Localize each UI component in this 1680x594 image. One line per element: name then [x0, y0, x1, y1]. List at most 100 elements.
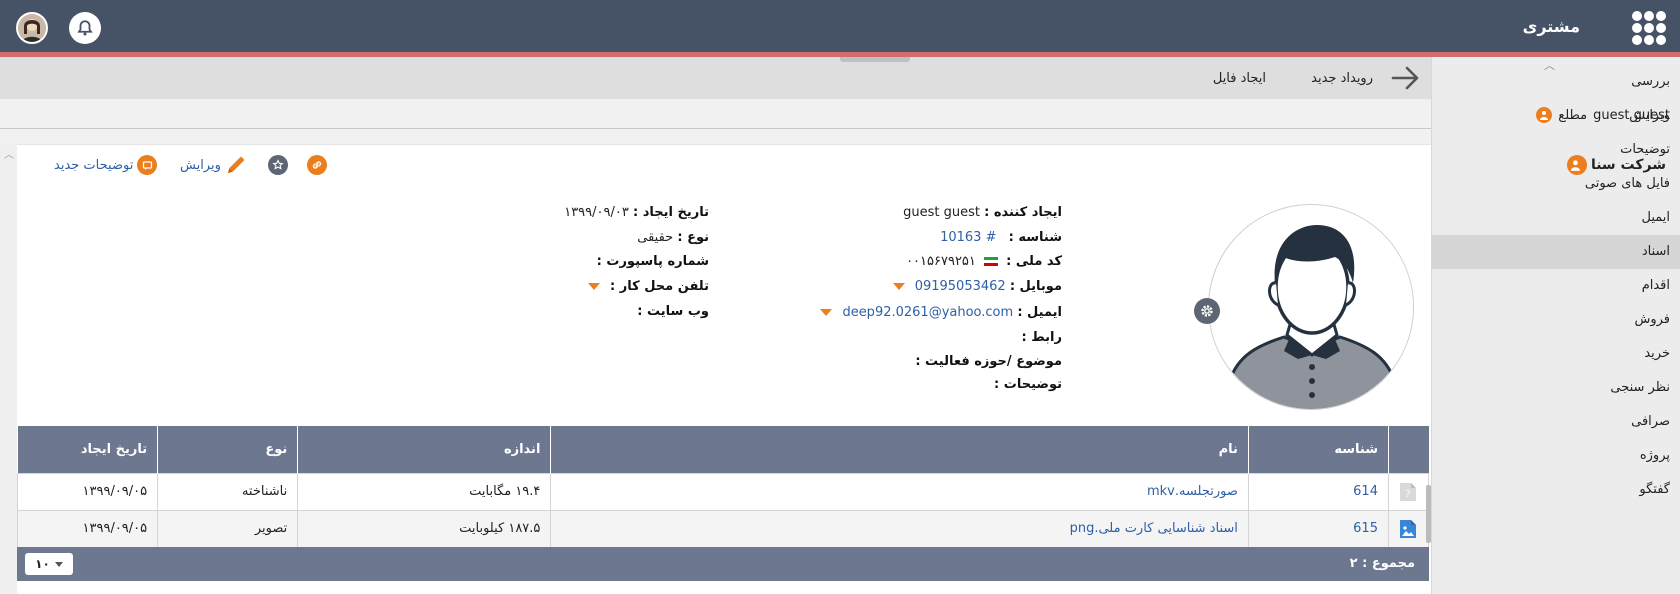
subject-row: موضوع /حوزه فعالیت : [915, 354, 1062, 369]
row-created-cell: ۱۳۹۹/۰۹/۰۵ [16, 472, 159, 511]
panel-scroll-up-icon[interactable]: ︿ [4, 146, 14, 161]
id-value: # 10163 [940, 230, 997, 245]
sidebar: ︿ بررسی ویرایش توضیحات فایل های صوتی ایم… [1431, 57, 1680, 594]
work-phone-dropdown-icon[interactable] [587, 283, 600, 290]
svg-text:?: ? [1406, 489, 1411, 500]
created-date-value: ۱۳۹۹/۰۹/۰۳ [564, 205, 629, 220]
profile-picture[interactable] [1208, 204, 1414, 410]
observer-name[interactable]: guest guest [1593, 108, 1670, 123]
edit-button[interactable]: ویرایش [180, 154, 249, 176]
sidebar-item-sales[interactable]: فروش [1431, 303, 1670, 337]
row-id-link[interactable]: 615 [1353, 521, 1378, 536]
col-icon [1387, 426, 1429, 473]
notification-bell-icon[interactable] [69, 12, 101, 44]
back-arrow-icon[interactable] [1391, 65, 1421, 91]
creator-row: ایجاد کننده : guest guest [903, 205, 1062, 220]
sidebar-item-email[interactable]: ایمیل [1431, 201, 1670, 235]
company-header: شرکت سنا [1566, 155, 1666, 175]
unknown-file-icon: ? [1400, 482, 1417, 501]
apps-grid-icon[interactable] [1632, 11, 1666, 45]
sidebar-item-chat[interactable]: گفتگو [1431, 473, 1670, 507]
observer-label: مطلع [1558, 107, 1588, 123]
national-code-value: ۰۰۱۵۶۷۹۲۵۱ [906, 254, 976, 269]
email-dropdown-icon[interactable] [820, 309, 833, 316]
link-label: رابط : [1021, 330, 1062, 345]
work-phone-row: تلفن محل کار : [582, 279, 709, 294]
sidebar-item-project[interactable]: پروژه [1431, 439, 1670, 473]
mobile-row: موبایل : 09195053462 [887, 279, 1062, 294]
new-note-button[interactable]: توضیحات جدید [54, 155, 158, 175]
col-header-size[interactable]: اندازه [297, 426, 551, 473]
type-value: حقیقی [637, 230, 674, 245]
email-value[interactable]: deep92.0261@yahoo.com [842, 305, 1013, 320]
table-row[interactable]: 615 اسناد شناسایی کارت ملی.png ۱۸۷.۵ کیل… [16, 509, 1430, 548]
table-scrollbar[interactable] [1426, 485, 1431, 543]
app-title: مشتری [1522, 17, 1580, 36]
passport-row: شماره پاسپورت : [597, 254, 709, 269]
sidebar-item-documents[interactable]: اسناد [1431, 235, 1680, 269]
website-row: وب سایت : [637, 304, 709, 319]
row-size-cell: ۱۹.۴ مگابایت [297, 472, 552, 511]
mobile-dropdown-icon[interactable] [892, 283, 905, 290]
row-name-link[interactable]: صورتجلسه.mkv [1147, 484, 1238, 499]
notes-label: توضیحات : [994, 377, 1062, 392]
company-name: شرکت سنا [1590, 157, 1666, 173]
panel-scroll-strip [0, 144, 17, 594]
top-bar: مشتری [0, 0, 1680, 52]
row-created-cell: ۱۳۹۹/۰۹/۰۵ [16, 509, 159, 548]
col-header-id[interactable]: شناسه [1247, 426, 1389, 473]
page-size-value: ۱۰ [35, 557, 50, 571]
user-avatar[interactable] [16, 12, 48, 44]
edit-label: ویرایش [180, 157, 221, 173]
comment-icon [137, 155, 158, 175]
email-row: ایمیل : deep92.0261@yahoo.com [814, 305, 1062, 320]
sidebar-item-action[interactable]: اقدام [1431, 269, 1670, 303]
email-label: ایمیل : [1017, 305, 1062, 320]
row-type-cell: ناشناخته [157, 472, 299, 511]
type-label: نوع : [677, 230, 709, 245]
pencil-icon [227, 156, 245, 173]
row-type-cell: تصویر [157, 509, 299, 548]
row-id-cell: 615 [1247, 509, 1389, 548]
table-row[interactable]: ? 614 صورتجلسه.mkv ۱۹.۴ مگابایت ناشناخته… [16, 472, 1430, 511]
link-button[interactable] [307, 155, 327, 175]
favorite-button[interactable] [268, 155, 288, 175]
documents-table: شناسه نام اندازه نوع تاریخ ایجاد ? 614 ص… [16, 426, 1430, 548]
website-label: وب سایت : [637, 304, 709, 319]
national-code-label: کد ملی : [1006, 254, 1062, 269]
type-row: نوع : حقیقی [637, 230, 709, 245]
observer-row: مطلع guest guest [1536, 106, 1670, 124]
sidebar-item-exchange[interactable]: صرافی [1431, 405, 1670, 439]
create-file-button[interactable]: ایجاد فایل [1213, 71, 1266, 86]
gear-icon [1201, 305, 1213, 317]
row-name-link[interactable]: اسناد شناسایی کارت ملی.png [1070, 521, 1238, 536]
row-size-cell: ۱۸۷.۵ کیلوبایت [297, 509, 552, 548]
creator-value: guest guest [903, 205, 980, 220]
sidebar-item-purchase[interactable]: خرید [1431, 337, 1670, 371]
created-date-label: تاریخ ایجاد : [632, 205, 709, 220]
row-name-cell: صورتجلسه.mkv [550, 472, 1249, 511]
total-count: مجموع : ۲ [1349, 556, 1415, 571]
new-event-button[interactable]: رویداد جدید [1311, 71, 1373, 86]
work-phone-label: تلفن محل کار : [610, 279, 709, 294]
sidebar-item-survey[interactable]: نظر سنجی [1431, 371, 1670, 405]
chevron-down-icon [54, 561, 63, 567]
row-id-link[interactable]: 614 [1353, 484, 1378, 499]
national-code-row: کد ملی : ۰۰۱۵۶۷۹۲۵۱ [906, 254, 1062, 269]
toolbar-drag-handle[interactable] [840, 57, 910, 62]
col-header-type[interactable]: نوع [157, 426, 298, 473]
sidebar-item-review[interactable]: بررسی [1431, 65, 1670, 99]
observer-icon [1536, 107, 1553, 123]
mobile-value[interactable]: 09195053462 [915, 279, 1006, 294]
col-header-name[interactable]: نام [550, 426, 1249, 473]
toolbar: رویداد جدید ایجاد فایل [0, 57, 1431, 99]
link-icon [307, 155, 327, 175]
table-footer: مجموع : ۲ ۱۰ [17, 547, 1429, 581]
page-size-select[interactable]: ۱۰ [25, 553, 73, 575]
row-id-cell: 614 [1247, 472, 1389, 511]
profile-settings-button[interactable] [1194, 298, 1220, 324]
divider [0, 128, 1431, 129]
id-row: شناسه : # 10163 [940, 230, 1062, 245]
id-label: شناسه : [1008, 230, 1062, 245]
col-header-created[interactable]: تاریخ ایجاد [17, 426, 158, 473]
